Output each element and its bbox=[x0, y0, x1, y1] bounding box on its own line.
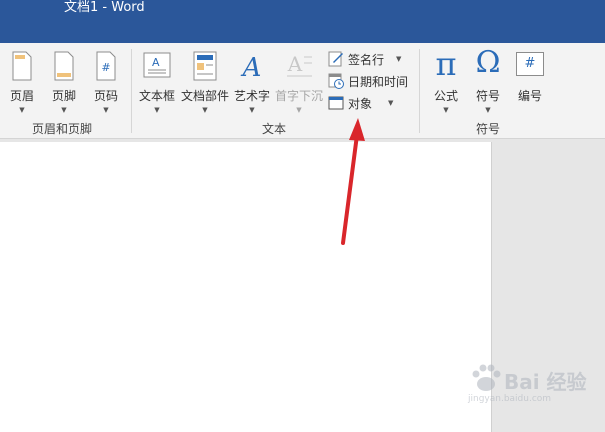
group-label-symbols: 符号 bbox=[476, 122, 501, 136]
drop-cap-icon: A bbox=[287, 52, 312, 77]
object-label: 对象 bbox=[348, 96, 373, 111]
baidu-watermark: Bai 经验 jingyan.baidu.com bbox=[468, 354, 598, 414]
quick-parts-label: 文档部件 bbox=[180, 89, 229, 103]
svg-text:A: A bbox=[152, 56, 160, 69]
group-divider bbox=[419, 49, 420, 133]
drop-cap-label: 首字下沉 bbox=[274, 89, 323, 103]
quick-parts-button[interactable]: 文档部件 ▼ bbox=[180, 51, 230, 115]
wordart-icon: A bbox=[241, 53, 262, 81]
signature-line-button[interactable]: 签名行 ▼ bbox=[328, 49, 401, 69]
footer-icon bbox=[54, 51, 74, 81]
textbox-icon: A bbox=[143, 52, 171, 78]
equation-label: 公式 bbox=[433, 89, 458, 103]
textbox-button[interactable]: A 文本框 ▼ bbox=[136, 51, 178, 115]
page-number-label: 页码 bbox=[93, 89, 118, 103]
svg-text:#: # bbox=[101, 61, 110, 74]
chevron-down-icon: ▼ bbox=[396, 55, 402, 63]
chevron-down-icon: ▼ bbox=[388, 99, 394, 107]
title-bar: 文档1 - Word bbox=[0, 0, 605, 43]
page-number-icon: # bbox=[96, 51, 116, 81]
textbox-label: 文本框 bbox=[138, 89, 175, 103]
header-icon bbox=[12, 51, 32, 81]
svg-text:A: A bbox=[287, 52, 303, 76]
date-time-icon bbox=[328, 73, 344, 89]
chevron-down-icon: ▼ bbox=[19, 106, 25, 114]
chevron-down-icon: ▼ bbox=[154, 106, 160, 114]
document-page[interactable] bbox=[0, 142, 492, 432]
date-time-button[interactable]: 日期和时间 bbox=[328, 71, 408, 91]
wordart-label: 艺术字 bbox=[233, 89, 270, 103]
drop-cap-button[interactable]: A 首字下沉 ▼ bbox=[274, 51, 324, 115]
header-label: 页眉 bbox=[9, 89, 34, 103]
symbol-button[interactable]: Ω 符号 ▼ bbox=[468, 45, 508, 115]
equation-icon: π bbox=[435, 45, 457, 83]
chevron-down-icon: ▼ bbox=[61, 106, 67, 114]
window-title: 文档1 - Word bbox=[64, 0, 145, 15]
chevron-down-icon: ▼ bbox=[103, 106, 109, 114]
group-label-text: 文本 bbox=[262, 122, 287, 136]
insert-ribbon: 页眉 ▼ 页脚 ▼ # 页码 ▼ 页眉和页脚 A 文本框 ▼ 文档部件 ▼ A … bbox=[0, 43, 605, 139]
chevron-down-icon: ▼ bbox=[443, 106, 449, 114]
object-button[interactable]: 对象 ▼ bbox=[328, 93, 393, 113]
date-time-label: 日期和时间 bbox=[348, 74, 409, 89]
watermark-url: jingyan.baidu.com bbox=[468, 394, 552, 404]
numbering-icon: # bbox=[516, 52, 544, 76]
chevron-down-icon: ▼ bbox=[296, 106, 302, 114]
chevron-down-icon: ▼ bbox=[202, 106, 208, 114]
object-icon bbox=[328, 96, 344, 110]
watermark-text: Bai 经验 bbox=[504, 370, 587, 394]
quick-parts-icon bbox=[193, 51, 217, 81]
wordart-button[interactable]: A 艺术字 ▼ bbox=[232, 51, 272, 115]
footer-label: 页脚 bbox=[51, 89, 76, 103]
svg-text:A: A bbox=[241, 53, 262, 81]
paw-logo-icon bbox=[472, 364, 501, 391]
equation-button[interactable]: π 公式 ▼ bbox=[426, 45, 466, 115]
numbering-button[interactable]: # 编号 bbox=[512, 51, 548, 115]
signature-line-label: 签名行 bbox=[348, 52, 385, 67]
footer-button[interactable]: 页脚 ▼ bbox=[44, 51, 84, 115]
header-button[interactable]: 页眉 ▼ bbox=[4, 51, 40, 115]
group-label-header-footer: 页眉和页脚 bbox=[32, 122, 93, 136]
page-number-button[interactable]: # 页码 ▼ bbox=[88, 51, 124, 115]
symbol-label: 符号 bbox=[475, 89, 500, 103]
chevron-down-icon: ▼ bbox=[485, 106, 491, 114]
group-divider bbox=[131, 49, 132, 133]
symbol-icon: Ω bbox=[475, 45, 501, 80]
signature-line-icon bbox=[328, 51, 343, 67]
chevron-down-icon: ▼ bbox=[249, 106, 255, 114]
numbering-label: 编号 bbox=[517, 89, 542, 103]
